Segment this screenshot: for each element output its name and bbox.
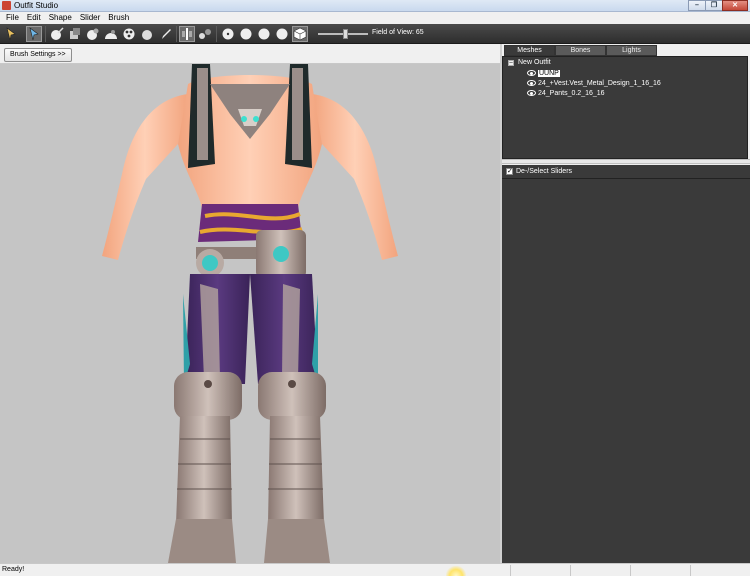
deflate-brush-icon[interactable] [67, 26, 83, 42]
menu-file[interactable]: File [2, 12, 23, 24]
mesh-item[interactable]: 24_+Vest.Vest_Metal_Design_1_16_16 [527, 78, 661, 88]
status-cell [630, 565, 690, 576]
title-bar: Outfit Studio – ❐ ✕ [0, 0, 750, 12]
pencil-icon[interactable] [158, 26, 174, 42]
minimize-button[interactable]: – [688, 0, 706, 11]
outfit-3d-model [102, 64, 398, 563]
brush-settings-bar: Brush Settings >> [0, 45, 500, 64]
visibility-eye-icon[interactable] [527, 90, 536, 96]
weight-brush-icon[interactable] [121, 26, 137, 42]
field-of-view-label: Field of View: 65 [372, 29, 424, 36]
sliders-header: ✓ De-/Select Sliders [502, 165, 750, 179]
window-title: Outfit Studio [14, 1, 59, 10]
deselect-sliders-checkbox[interactable]: ✓ [506, 168, 513, 175]
brush-size-medium-icon[interactable] [238, 26, 254, 42]
restore-icon: ❐ [710, 2, 718, 9]
collapse-toggle-icon[interactable]: – [508, 60, 514, 66]
inflate-brush-icon[interactable] [49, 26, 65, 42]
mesh-item[interactable]: 24_Pants_0.2_16_16 [527, 88, 605, 98]
select-brush-icon[interactable] [3, 26, 19, 42]
close-icon: ✕ [732, 2, 738, 9]
symmetry-icon[interactable] [179, 26, 195, 42]
brush-size-large-icon[interactable] [256, 26, 272, 42]
window-controls: – ❐ ✕ [688, 0, 748, 11]
view-cube-icon[interactable] [292, 26, 308, 42]
move-brush-icon[interactable] [85, 26, 101, 42]
sliders-list [502, 179, 750, 563]
panel-tabs: Meshes Bones Lights [502, 44, 750, 56]
maximize-button[interactable]: ❐ [705, 0, 723, 11]
mesh-tree: – New Outfit UUNP 24_+Vest.Vest_Metal_De… [502, 56, 748, 159]
minimize-icon: – [695, 2, 699, 9]
status-cell [690, 565, 750, 576]
mesh-item-label: UUNP [538, 69, 560, 77]
status-bar: Ready! [0, 563, 750, 576]
color-brush-icon[interactable] [139, 26, 155, 42]
panel-horizontal-splitter[interactable] [502, 159, 750, 164]
3d-viewport[interactable] [0, 64, 500, 563]
mesh-item[interactable]: UUNP [527, 68, 560, 78]
visibility-eye-icon[interactable] [527, 70, 536, 76]
field-of-view-slider-thumb[interactable] [343, 29, 348, 39]
tab-meshes[interactable]: Meshes [504, 45, 555, 56]
menu-edit[interactable]: Edit [23, 12, 45, 24]
status-cell [510, 565, 570, 576]
brush-settings-button[interactable]: Brush Settings >> [4, 48, 72, 62]
toolbar: Field of View: 65 [0, 24, 750, 44]
smooth-brush-icon[interactable] [103, 26, 119, 42]
outfit-studio-app-icon [2, 1, 11, 10]
tab-bones[interactable]: Bones [555, 45, 606, 56]
mesh-item-label: 24_+Vest.Vest_Metal_Design_1_16_16 [538, 79, 661, 87]
field-of-view-slider[interactable] [318, 29, 368, 39]
mask-brush-icon[interactable] [26, 26, 42, 42]
visibility-eye-icon[interactable] [527, 80, 536, 86]
menu-slider[interactable]: Slider [76, 12, 104, 24]
menu-brush[interactable]: Brush [104, 12, 133, 24]
status-text: Ready! [2, 566, 25, 573]
brush-size-small-icon[interactable] [220, 26, 236, 42]
menu-shape[interactable]: Shape [45, 12, 76, 24]
tab-lights[interactable]: Lights [606, 45, 657, 56]
mesh-item-label: 24_Pants_0.2_16_16 [538, 89, 605, 97]
menu-bar: File Edit Shape Slider Brush [0, 12, 750, 24]
deselect-sliders-label: De-/Select Sliders [516, 168, 573, 175]
status-cell [570, 565, 630, 576]
tree-root-outfit[interactable]: New Outfit [518, 59, 551, 66]
progress-glow [446, 566, 466, 576]
close-button[interactable]: ✕ [722, 0, 748, 11]
brush-size-xlarge-icon[interactable] [274, 26, 290, 42]
connected-only-icon[interactable] [197, 26, 213, 42]
